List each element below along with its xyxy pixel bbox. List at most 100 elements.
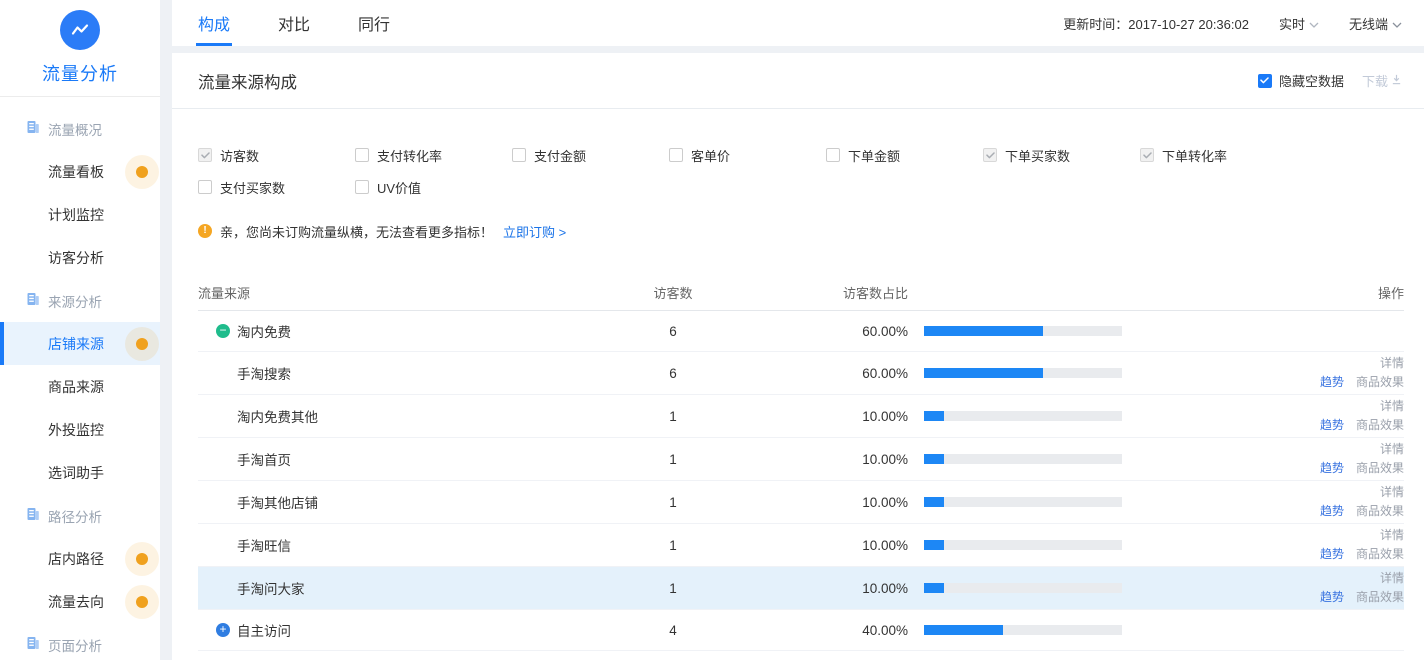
sidebar-item-shop-source[interactable]: 店铺来源: [0, 322, 160, 365]
building-icon: [26, 120, 40, 137]
sidebar-section-label: 来源分析: [48, 291, 102, 311]
sidebar-item-traffic-destination[interactable]: 流量去向: [0, 580, 160, 623]
metric-avg-order-value[interactable]: 客单价: [669, 145, 826, 165]
chevron-down-icon: [1392, 16, 1402, 31]
product-effect-link[interactable]: 商品效果: [1356, 461, 1404, 475]
trend-link[interactable]: 趋势: [1320, 461, 1344, 475]
metric-checkbox-group: 访客数 支付转化率 支付金额 客单价 下单金额: [198, 145, 1404, 197]
sidebar-item-keyword-assistant[interactable]: 选词助手: [0, 451, 160, 494]
sidebar-item-plan-monitor[interactable]: 计划监控: [0, 193, 160, 236]
subscribe-now-link[interactable]: 立即订购 >: [503, 222, 566, 241]
checkbox-icon: [355, 180, 369, 194]
notification-dot: [125, 327, 159, 361]
download-icon: [1391, 73, 1402, 88]
sidebar-section-page-analysis: 页面分析: [0, 623, 160, 660]
product-effect-link[interactable]: 商品效果: [1356, 547, 1404, 561]
ratio-bar: [924, 326, 1122, 336]
table-row-taonei-free: 淘内免费 6 60.00%: [198, 311, 1404, 352]
sidebar-section-path-analysis: 路径分析: [0, 494, 160, 537]
top-tabbar: 构成 对比 同行 更新时间：2017-10-27 20:36:02 实时 无线端: [172, 0, 1424, 46]
checkbox-icon: [669, 148, 683, 162]
tab-composition[interactable]: 构成: [198, 0, 230, 46]
trend-link[interactable]: 趋势: [1320, 504, 1344, 518]
logo-area: 流量分析: [0, 0, 160, 97]
download-button[interactable]: 下载: [1362, 71, 1402, 90]
notification-dot: [125, 542, 159, 576]
line-chart-logo-icon: [60, 10, 100, 50]
notification-dot: [125, 155, 159, 189]
ratio-bar: [924, 540, 1122, 550]
metric-order-buyers[interactable]: 下单买家数: [983, 145, 1140, 165]
detail-link[interactable]: 详情: [1380, 528, 1404, 542]
ratio-bar: [924, 454, 1122, 464]
col-ratio: 访客数占比: [728, 283, 908, 302]
checkbox-icon: [826, 148, 840, 162]
hide-empty-checkbox[interactable]: 隐藏空数据: [1258, 71, 1344, 90]
checkbox-icon: [198, 180, 212, 194]
warning-icon: [198, 224, 212, 238]
metric-order-amount[interactable]: 下单金额: [826, 145, 983, 165]
realtime-dropdown[interactable]: 实时: [1279, 14, 1319, 33]
metric-payment-conversion[interactable]: 支付转化率: [355, 145, 512, 165]
product-effect-link[interactable]: 商品效果: [1356, 375, 1404, 389]
checkbox-checked-icon: [1258, 74, 1272, 88]
trend-link[interactable]: 趋势: [1320, 375, 1344, 389]
product-effect-link[interactable]: 商品效果: [1356, 418, 1404, 432]
tabs: 构成 对比 同行: [198, 0, 390, 46]
chevron-down-icon: [1309, 16, 1319, 31]
ratio-bar: [924, 411, 1122, 421]
tab-compare[interactable]: 对比: [278, 0, 310, 46]
update-time: 更新时间：2017-10-27 20:36:02: [1063, 14, 1249, 33]
trend-link[interactable]: 趋势: [1320, 547, 1344, 561]
building-icon: [26, 507, 40, 524]
metric-payment-amount[interactable]: 支付金额: [512, 145, 669, 165]
metric-uv-value[interactable]: UV价值: [355, 177, 512, 197]
metric-payment-buyers[interactable]: 支付买家数: [198, 177, 355, 197]
expand-icon[interactable]: [216, 623, 230, 637]
detail-link[interactable]: 详情: [1380, 399, 1404, 413]
detail-link[interactable]: 详情: [1380, 485, 1404, 499]
col-visitors: 访客数: [618, 283, 728, 302]
sidebar-section-source-analysis: 来源分析: [0, 279, 160, 322]
detail-link[interactable]: 详情: [1380, 442, 1404, 456]
sidebar-item-external-monitor[interactable]: 外投监控: [0, 408, 160, 451]
ratio-bar: [924, 583, 1122, 593]
table-row-taonei-free-other: 淘内免费其他 1 10.00% 详情 趋势商品效果: [198, 395, 1404, 438]
detail-link[interactable]: 详情: [1380, 571, 1404, 585]
table-header: 流量来源 访客数 访客数占比 操作: [198, 275, 1404, 311]
sidebar-item-traffic-board[interactable]: 流量看板: [0, 150, 160, 193]
metric-visitors[interactable]: 访客数: [198, 145, 355, 165]
table-row-shoutao-wangxin: 手淘旺信 1 10.00% 详情 趋势商品效果: [198, 524, 1404, 567]
ratio-bar: [924, 625, 1122, 635]
sidebar-item-visitor-analysis[interactable]: 访客分析: [0, 236, 160, 279]
app-title: 流量分析: [0, 60, 160, 86]
tab-peers[interactable]: 同行: [358, 0, 390, 46]
traffic-source-table: 流量来源 访客数 访客数占比 操作 淘内免费 6 60.00%: [198, 275, 1404, 651]
sidebar: 流量分析 流量概况 流量看板 计划监控 访客分析 来源分析 店铺来源: [0, 0, 160, 660]
app-root: 流量分析 流量概况 流量看板 计划监控 访客分析 来源分析 店铺来源: [0, 0, 1424, 660]
trend-link[interactable]: 趋势: [1320, 590, 1344, 604]
sidebar-section-label: 路径分析: [48, 506, 102, 526]
topbar-right: 更新时间：2017-10-27 20:36:02 实时 无线端: [1063, 14, 1402, 33]
collapse-icon[interactable]: [216, 324, 230, 338]
device-dropdown[interactable]: 无线端: [1349, 14, 1402, 33]
metric-order-conversion[interactable]: 下单转化率: [1140, 145, 1297, 165]
product-effect-link[interactable]: 商品效果: [1356, 504, 1404, 518]
panel-title: 流量来源构成: [198, 69, 297, 93]
col-source: 流量来源: [198, 283, 618, 302]
sidebar-item-instore-path[interactable]: 店内路径: [0, 537, 160, 580]
table-row-self-visit: 自主访问 4 40.00%: [198, 610, 1404, 651]
main-content: 构成 对比 同行 更新时间：2017-10-27 20:36:02 实时 无线端…: [172, 0, 1424, 660]
traffic-source-panel: 流量来源构成 隐藏空数据 下载 访客数: [172, 53, 1424, 660]
sidebar-item-product-source[interactable]: 商品来源: [0, 365, 160, 408]
checkbox-checked-icon: [198, 148, 212, 162]
building-icon: [26, 636, 40, 653]
product-effect-link[interactable]: 商品效果: [1356, 590, 1404, 604]
detail-link[interactable]: 详情: [1380, 356, 1404, 370]
trend-link[interactable]: 趋势: [1320, 418, 1344, 432]
table-row-shoutao-home: 手淘首页 1 10.00% 详情 趋势商品效果: [198, 438, 1404, 481]
checkbox-checked-icon: [983, 148, 997, 162]
panel-tools: 隐藏空数据 下载: [1258, 71, 1402, 90]
sidebar-section-label: 流量概况: [48, 119, 102, 139]
building-icon: [26, 292, 40, 309]
